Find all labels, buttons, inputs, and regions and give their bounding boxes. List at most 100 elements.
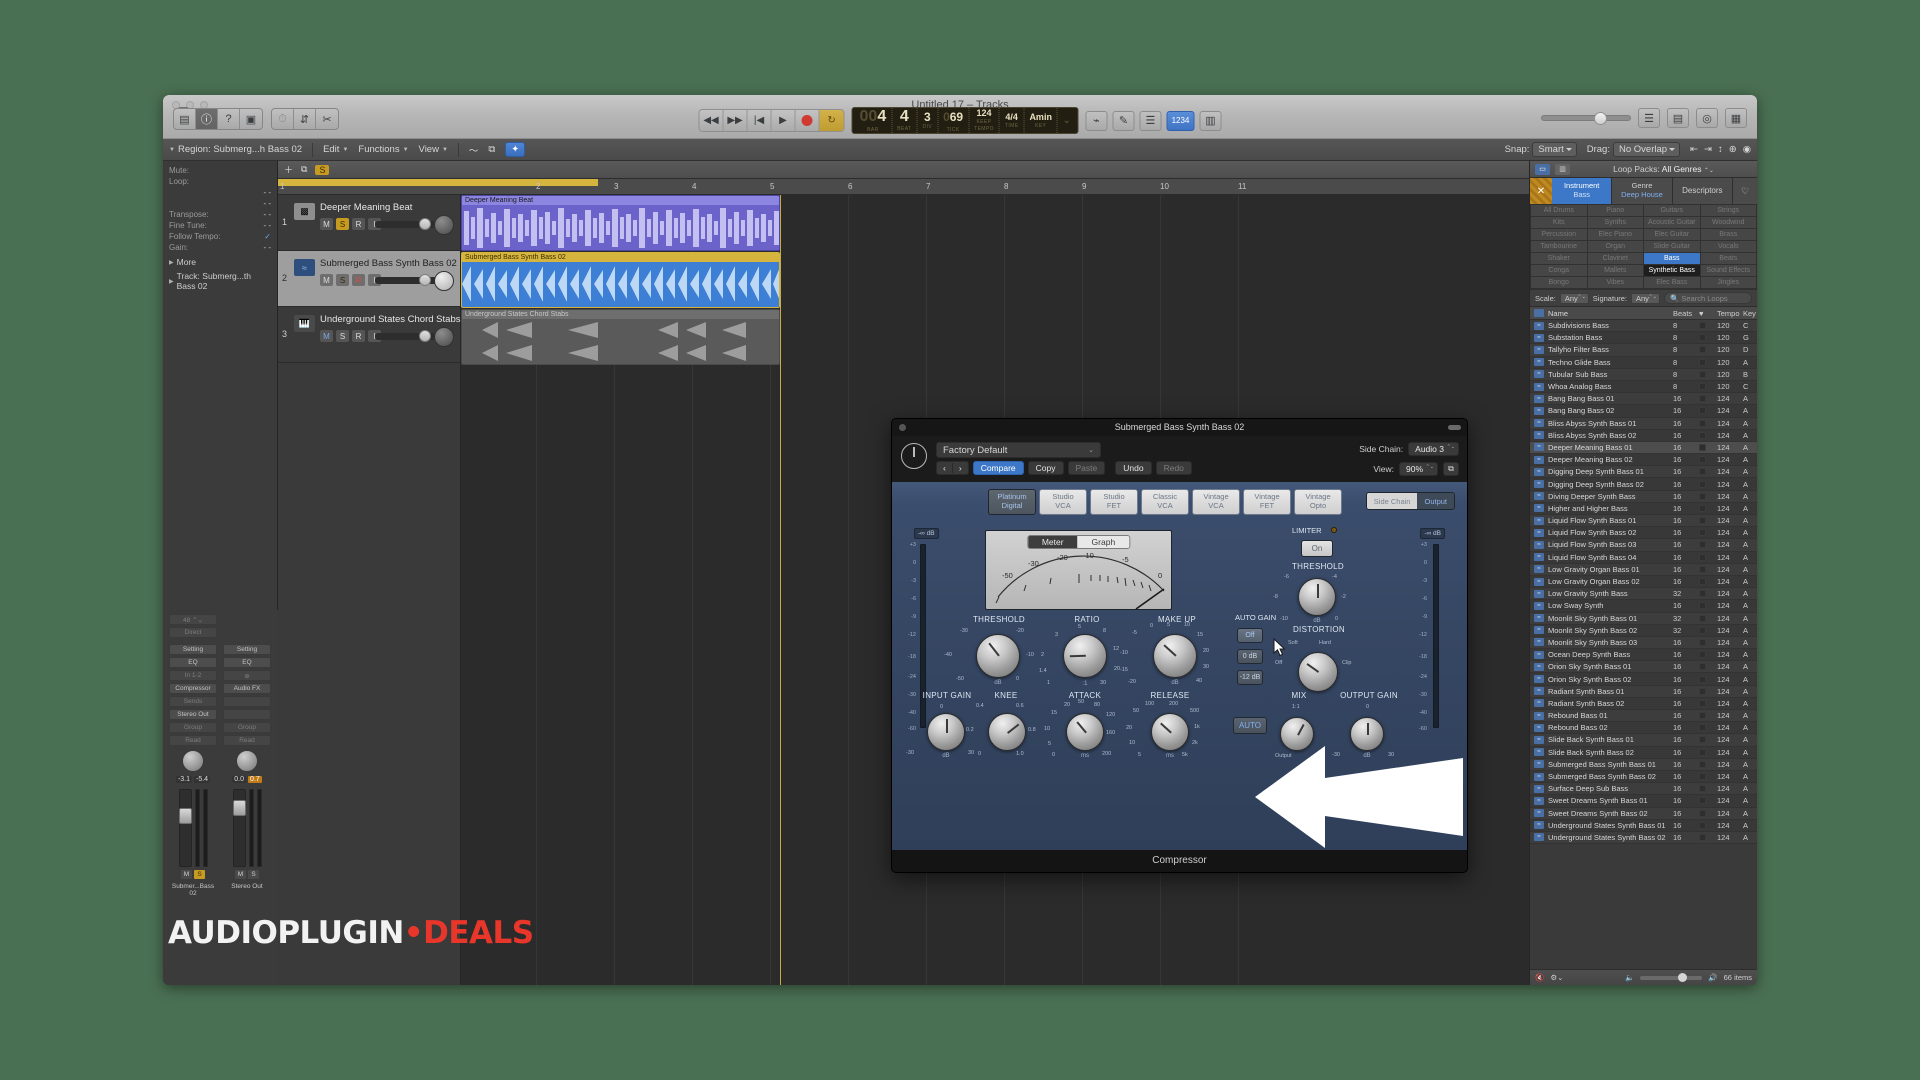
side-chain-view-button[interactable]: Side Chain xyxy=(1366,493,1418,509)
region-deeper-meaning-beat[interactable]: Deeper Meaning Beat xyxy=(461,195,780,251)
side-chain-select[interactable]: Audio 3 xyxy=(1408,442,1459,456)
drum-machine-icon[interactable]: ▩ xyxy=(294,203,315,220)
inspector-row[interactable]: Loop: xyxy=(169,176,271,187)
loop-favorite-checkbox[interactable] xyxy=(1699,395,1717,403)
loop-category-cell[interactable]: Elec Bass xyxy=(1644,277,1700,288)
eq-display[interactable]: EQ xyxy=(223,657,271,668)
track-pan-knob[interactable] xyxy=(434,327,454,347)
output-gain-knob[interactable] xyxy=(1350,717,1384,751)
loop-favorite-checkbox[interactable] xyxy=(1699,638,1717,646)
loop-list-item[interactable]: ≈ Low Gravity Organ Bass 02 16 124 A xyxy=(1530,575,1757,589)
inspector-row[interactable]: Follow Tempo: ✓ xyxy=(169,231,271,242)
loop-favorite-checkbox[interactable] xyxy=(1699,358,1717,366)
auto-gain-off-button[interactable]: Off xyxy=(1237,628,1263,643)
plus-icon[interactable]: ＋ xyxy=(284,163,293,176)
undo-button[interactable]: Undo xyxy=(1115,461,1152,475)
loop-favorite-checkbox[interactable] xyxy=(1699,590,1717,598)
next-preset-button[interactable]: › xyxy=(953,463,968,473)
cycle-icon[interactable]: ↻ xyxy=(819,110,844,131)
loop-category-cell[interactable]: Vocals xyxy=(1700,241,1756,252)
loop-favorite-checkbox[interactable] xyxy=(1699,675,1717,683)
loop-list-item[interactable]: ≈ Bliss Abyss Synth Bass 02 16 124 A xyxy=(1530,429,1757,442)
loop-list-item[interactable]: ≈ Liquid Flow Synth Bass 04 16 124 A xyxy=(1530,551,1757,564)
tab-instrument[interactable]: Instrument Bass xyxy=(1552,178,1613,204)
loop-favorite-checkbox[interactable] xyxy=(1699,322,1717,330)
track-pan-knob[interactable] xyxy=(434,271,454,291)
browser-icon[interactable]: ◎ xyxy=(1696,108,1718,128)
threshold-knob[interactable] xyxy=(976,634,1020,678)
keyboard-icon[interactable]: 🎹 xyxy=(294,315,315,332)
lcd-chevron[interactable]: ⌄ xyxy=(1058,108,1076,133)
loop-favorite-checkbox[interactable] xyxy=(1699,724,1717,732)
play-icon[interactable]: ▶ xyxy=(771,110,796,131)
preview-volume-slider[interactable] xyxy=(1640,972,1703,982)
limiter-threshold-knob[interactable] xyxy=(1298,578,1336,616)
region-underground-states[interactable]: Underground States Chord Stabs xyxy=(461,309,780,365)
link-icon[interactable]: ⧉ xyxy=(1443,462,1459,476)
loop-favorite-checkbox[interactable] xyxy=(1699,492,1717,500)
loop-category-cell[interactable]: Organ xyxy=(1587,241,1643,252)
solo-button[interactable]: S xyxy=(248,870,259,879)
loop-list-item[interactable]: ≈ Bang Bang Bass 02 16 124 A xyxy=(1530,405,1757,418)
list-tool-icon[interactable]: ☰ xyxy=(1139,110,1162,131)
loop-favorite-checkbox[interactable] xyxy=(1699,809,1717,817)
go-to-start-icon[interactable]: |◀ xyxy=(747,110,772,131)
loop-list-item[interactable]: ≈ Slide Back Synth Bass 02 16 124 A xyxy=(1530,746,1757,759)
loop-category-cell[interactable]: Vibes xyxy=(1587,277,1643,288)
loop-category-cell[interactable]: Jingles xyxy=(1700,277,1756,288)
flex-toggle-button[interactable]: ✦ xyxy=(505,142,526,157)
loop-list-item[interactable]: ≈ Low Gravity Synth Bass 32 124 A xyxy=(1530,588,1757,601)
loop-favorite-checkbox[interactable] xyxy=(1699,773,1717,781)
loop-favorite-checkbox[interactable] xyxy=(1699,419,1717,427)
loop-category-cell[interactable]: Tambourine xyxy=(1531,241,1587,252)
graph-tab[interactable]: Graph xyxy=(1077,536,1130,548)
compressor-model-button[interactable]: Platinum Digital xyxy=(988,489,1036,515)
loop-favorite-checkbox[interactable] xyxy=(1699,529,1717,537)
loop-list-item[interactable]: ≈ Liquid Flow Synth Bass 02 16 124 A xyxy=(1530,527,1757,540)
loop-category-cell[interactable]: Slide Guitar xyxy=(1644,241,1700,252)
zoom-controls[interactable]: ⇤ ⇥ ↕ ⊕ ◉ xyxy=(1690,144,1751,155)
mute-button[interactable]: M xyxy=(181,870,192,879)
heart-icon[interactable]: ♡ xyxy=(1732,178,1757,204)
transport-buttons[interactable]: ◀◀ ▶▶ |◀ ▶ ↻ xyxy=(698,109,845,132)
loop-category-cell[interactable]: Elec Guitar xyxy=(1644,229,1700,240)
inspector-row[interactable]: Gain: - - xyxy=(169,242,271,253)
zoom-in-icon[interactable]: ⊕ xyxy=(1729,144,1737,155)
loop-list-item[interactable]: ≈ Sweet Dreams Synth Bass 01 16 124 A xyxy=(1530,795,1757,808)
menu-edit[interactable]: Edit ▼ xyxy=(323,144,348,155)
loop-favorite-checkbox[interactable] xyxy=(1699,785,1717,793)
loop-category-cell[interactable]: Woodwind xyxy=(1700,217,1756,228)
column-name[interactable]: Name xyxy=(1548,309,1673,318)
tuner-icon[interactable]: ⌁ xyxy=(1085,110,1108,131)
loop-category-cell[interactable]: Strings xyxy=(1700,205,1756,216)
loop-list-item[interactable]: ≈ Substation Bass 8 120 G xyxy=(1530,332,1757,345)
chevron-down-icon[interactable]: ⌄ xyxy=(1063,116,1071,125)
column-favorite[interactable]: ♥ xyxy=(1699,309,1717,318)
mix-knob[interactable] xyxy=(1280,717,1314,751)
loop-list-item[interactable]: ≈ Submerged Bass Synth Bass 01 16 124 A xyxy=(1530,758,1757,771)
list-icon[interactable]: ☰ xyxy=(1638,108,1660,128)
loop-list-item[interactable]: ≈ Ocean Deep Synth Bass 16 124 A xyxy=(1530,649,1757,662)
loop-favorite-checkbox[interactable] xyxy=(1699,346,1717,354)
cycle-range[interactable] xyxy=(278,179,598,186)
loop-favorite-checkbox[interactable] xyxy=(1699,480,1717,488)
setting-button[interactable]: Setting xyxy=(169,644,217,655)
track-record-button[interactable]: R xyxy=(352,330,365,342)
lcd-display[interactable]: 004 BAR 4 BEAT 3 DIV 069 TICK 124 KEEP T… xyxy=(851,107,1079,134)
loop-favorite-checkbox[interactable] xyxy=(1699,578,1717,586)
loop-favorite-checkbox[interactable] xyxy=(1699,663,1717,671)
loop-list-item[interactable]: ≈ Moonlit Sky Synth Bass 01 32 124 A xyxy=(1530,612,1757,625)
track-name[interactable]: Deeper Meaning Beat xyxy=(320,202,412,213)
volume-fader[interactable] xyxy=(178,789,192,867)
redo-button[interactable]: Redo xyxy=(1155,461,1192,475)
ruler[interactable]: 1 2 3 4 5 6 7 8 9 10 11 xyxy=(278,179,1529,195)
loop-category-cell[interactable]: Guitars xyxy=(1644,205,1700,216)
release-knob[interactable] xyxy=(1151,713,1189,751)
inspector-row[interactable]: Transpose: - - xyxy=(169,209,271,220)
loop-list-item[interactable]: ≈ Liquid Flow Synth Bass 03 16 124 A xyxy=(1530,539,1757,552)
copy-button[interactable]: Copy xyxy=(1027,461,1064,475)
loop-list-item[interactable]: ≈ Rebound Bass 02 16 124 A xyxy=(1530,722,1757,735)
zoom-fit-icon[interactable]: ⇥ xyxy=(1704,144,1712,155)
loop-category-cell[interactable]: All Drums xyxy=(1531,205,1587,216)
mute-solo-buttons[interactable]: M S xyxy=(169,870,217,879)
